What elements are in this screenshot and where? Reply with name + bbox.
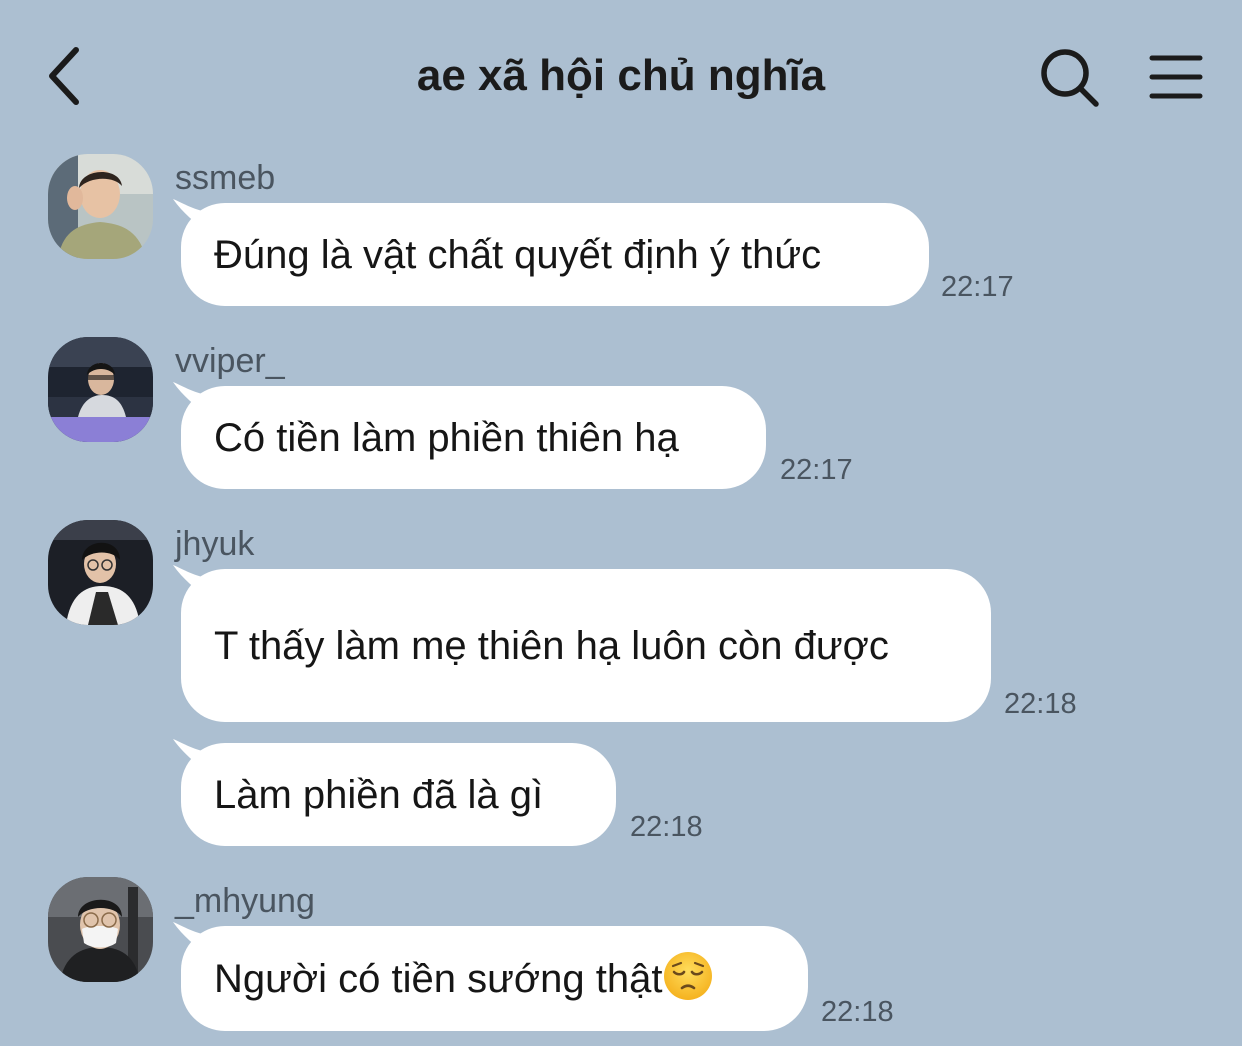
- username[interactable]: vviper_: [175, 341, 285, 381]
- avatar-ssmeb[interactable]: [48, 154, 153, 259]
- chat-header: ae xã hội chủ nghĩa: [0, 0, 1242, 150]
- message-time: 22:18: [630, 811, 703, 843]
- profile-photo-icon: [48, 337, 153, 442]
- pensive-face-emoji-icon: [664, 951, 713, 1000]
- search-icon: [1041, 49, 1099, 107]
- message-text: Đúng là vật chất quyết định ý thức: [214, 232, 822, 277]
- profile-photo-icon: [48, 877, 153, 982]
- search-button[interactable]: [1036, 44, 1102, 110]
- message-text: Có tiền làm phiền thiên hạ: [214, 415, 679, 460]
- bubble-tail: [173, 382, 213, 416]
- username[interactable]: _mhyung: [175, 881, 315, 921]
- avatar-jhyuk[interactable]: [48, 520, 153, 625]
- bubble-tail: [173, 739, 213, 773]
- message-text: Làm phiền đã là gì: [214, 772, 544, 817]
- bubble-tail: [173, 922, 213, 956]
- username[interactable]: jhyuk: [175, 524, 254, 564]
- message-time: 22:17: [941, 271, 1014, 303]
- message-bubble[interactable]: Người có tiền sướng thật: [173, 922, 808, 1031]
- message-bubble[interactable]: Đúng là vật chất quyết định ý thức: [173, 199, 929, 306]
- message-bubble[interactable]: T thấy làm mẹ thiên hạ luôn còn được: [173, 565, 991, 722]
- avatar-vviper[interactable]: [48, 337, 153, 442]
- message-time: 22:18: [821, 996, 894, 1028]
- bubble-tail: [173, 199, 213, 233]
- message-text: T thấy làm mẹ thiên hạ luôn còn được: [214, 623, 889, 668]
- message-time: 22:17: [780, 454, 853, 486]
- avatar-mhyung[interactable]: [48, 877, 153, 982]
- message-bubble[interactable]: Có tiền làm phiền thiên hạ: [173, 382, 766, 489]
- message-bubble[interactable]: Làm phiền đã là gì: [173, 739, 616, 846]
- hamburger-menu-icon: [1149, 55, 1203, 99]
- profile-photo-icon: [48, 520, 153, 625]
- profile-photo-icon: [48, 154, 153, 259]
- menu-button[interactable]: [1146, 50, 1206, 104]
- username[interactable]: ssmeb: [175, 158, 275, 198]
- message-time: 22:18: [1004, 688, 1077, 720]
- message-text: Người có tiền sướng thật: [214, 949, 714, 1009]
- bubble-tail: [173, 565, 213, 599]
